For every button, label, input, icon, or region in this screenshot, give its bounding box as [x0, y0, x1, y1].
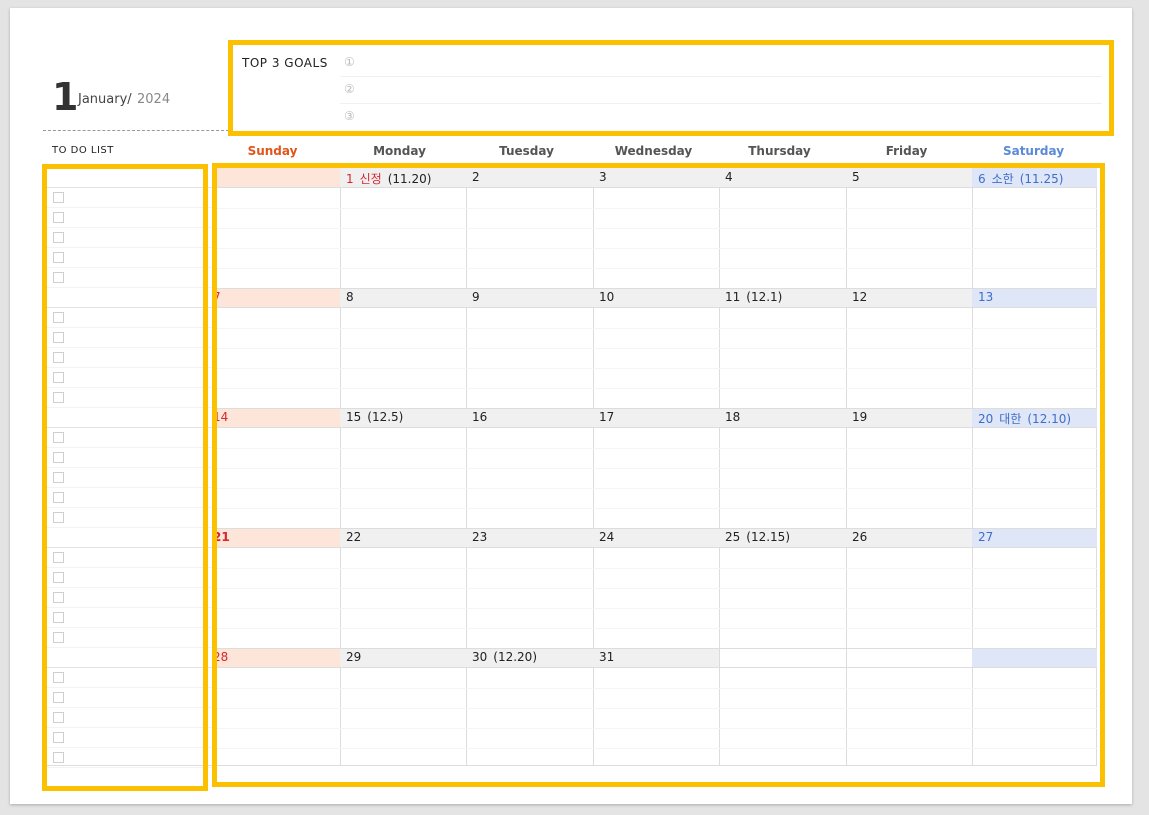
dayname-wednesday: Wednesday	[614, 144, 693, 158]
month-name: January/	[78, 92, 132, 107]
planner-page: 1 January/ 2024 TOP 3 GOALS ① ② ③ TO DO …	[10, 8, 1132, 804]
highlight-todo	[42, 164, 208, 791]
highlight-calendar	[212, 163, 1105, 787]
highlight-goals	[228, 40, 1114, 136]
month-number: 1	[52, 75, 79, 119]
dayname-tuesday: Tuesday	[499, 144, 554, 158]
todo-title: TO DO LIST	[52, 145, 114, 156]
dayname-thursday: Thursday	[748, 144, 811, 158]
dayname-monday: Monday	[373, 144, 426, 158]
year-label: 2024	[137, 92, 171, 107]
dayname-saturday: Saturday	[1002, 144, 1065, 158]
dayname-sunday: Sunday	[247, 144, 298, 158]
dayname-friday: Friday	[885, 144, 928, 158]
header-divider	[43, 130, 229, 131]
